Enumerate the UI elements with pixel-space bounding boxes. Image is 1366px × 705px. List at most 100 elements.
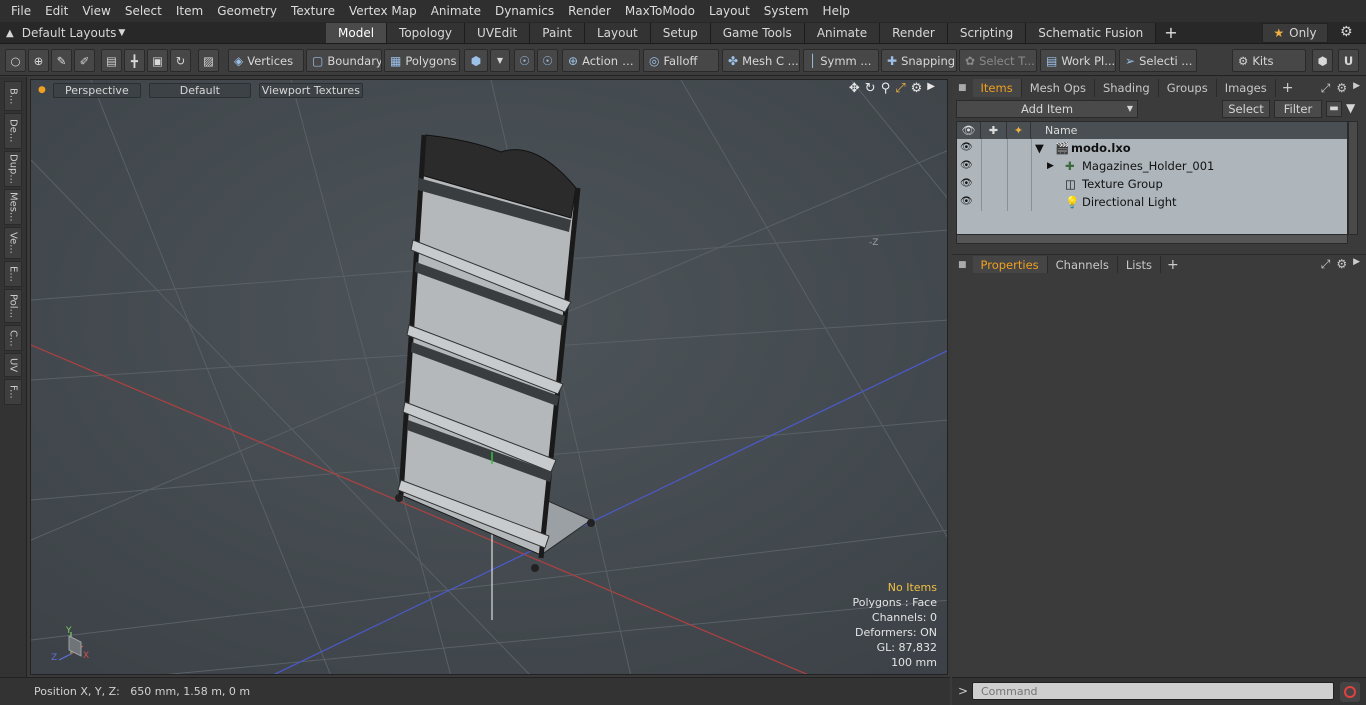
orbit-icon[interactable]: ↻ [865,81,876,96]
panel-expand-icon[interactable]: ▶ [1353,257,1360,272]
left-tab-3[interactable]: Mes... [4,189,22,225]
maximize-icon[interactable]: ⤢ [895,81,905,96]
panel-expand-icon[interactable]: ▶ [1353,81,1360,96]
left-tab-0[interactable]: B... [4,81,22,111]
pan-icon[interactable]: ✥ [849,81,860,96]
name-column-header[interactable]: Name [1045,124,1077,137]
left-tab-2[interactable]: Dup... [4,151,22,187]
left-tab-6[interactable]: Pol... [4,289,22,323]
tab-paint[interactable]: Paint [530,23,585,43]
material-dropdown[interactable]: ▼ [490,49,510,72]
pop-out-icon[interactable]: ⤢ [1321,257,1331,272]
shading-mode-button[interactable]: Default [148,82,251,98]
menu-texture[interactable]: Texture [284,0,342,22]
filter-button[interactable]: Filter [1274,100,1322,118]
items-gear-icon[interactable]: ⚙ [1336,81,1347,96]
select-through-button[interactable]: ✿ Select T... [959,49,1037,72]
expand-arrow-icon[interactable]: ▶ [927,81,935,96]
menu-geometry[interactable]: Geometry [210,0,284,22]
tab-shading[interactable]: Shading [1095,79,1159,97]
menu-item[interactable]: Item [169,0,210,22]
menu-maxtomodo[interactable]: MaxToModo [618,0,702,22]
unity-button[interactable]: ⬢ [1312,49,1333,72]
eye-icon[interactable]: 👁 [960,196,974,208]
menu-edit[interactable]: Edit [38,0,75,22]
menu-system[interactable]: System [757,0,816,22]
left-tab-1[interactable]: De... [4,113,22,149]
layout-preset-dropdown[interactable]: ▲ Default Layouts ▼ [6,22,125,44]
unreal-button[interactable]: U [1338,49,1359,72]
menu-select[interactable]: Select [118,0,169,22]
type-column-icon[interactable]: ✦ [1007,122,1031,139]
vertices-button[interactable]: ◈ Vertices [228,49,304,72]
view-mode-button[interactable]: Perspective [52,82,141,98]
tab-groups[interactable]: Groups [1159,79,1217,97]
viewport-gear-icon[interactable]: ⚙ [911,81,923,96]
transform-button[interactable]: ╋ [124,49,145,72]
menu-dynamics[interactable]: Dynamics [488,0,561,22]
add-properties-tab-button[interactable]: + [1161,257,1185,273]
tab-schematic-fusion[interactable]: Schematic Fusion [1026,23,1157,43]
tab-topology[interactable]: Topology [387,23,466,43]
list-item-texture-group[interactable]: 👁 ◫ Texture Group [957,175,1347,193]
menu-vertex-map[interactable]: Vertex Map [342,0,424,22]
menu-help[interactable]: Help [816,0,857,22]
gear-icon[interactable]: ⚙ [1340,24,1353,40]
work-plane-button[interactable]: ▤ Work Pl... [1040,49,1116,72]
item-list-horizontal-scrollbar[interactable] [956,234,1348,244]
pop-out-icon[interactable]: ⤢ [1321,81,1331,96]
menu-file[interactable]: File [4,0,38,22]
tab-layout[interactable]: Layout [584,23,651,43]
action-center-button[interactable]: ⊕ Action… [562,49,640,72]
command-input[interactable] [972,682,1334,700]
circle-select-button[interactable]: ○ [5,49,26,72]
left-tab-4[interactable]: Ve... [4,227,22,259]
tab-model[interactable]: Model [326,23,388,43]
tab-game-tools[interactable]: Game Tools [710,23,805,43]
mesh-constraint-button[interactable]: ✤ Mesh C ... [722,49,800,72]
brush-button[interactable]: ✐ [74,49,95,72]
menu-animate[interactable]: Animate [424,0,488,22]
chevron-down-icon[interactable]: ▼ [1127,101,1133,117]
snap-center-button[interactable]: ▣ [147,49,168,72]
boundary-button[interactable]: ▢ Boundary [306,49,382,72]
shield-alt-button[interactable]: ☉ [537,49,558,72]
eye-icon[interactable]: 👁 [960,142,974,154]
align-button[interactable]: ▤ [101,49,122,72]
left-tab-8[interactable]: UV [4,353,22,377]
left-tab-7[interactable]: C... [4,325,22,351]
globe-button[interactable]: ⊕ [28,49,49,72]
tab-scripting[interactable]: Scripting [947,23,1027,43]
tab-lists[interactable]: Lists [1118,255,1161,274]
tab-channels[interactable]: Channels [1048,255,1118,274]
tab-render[interactable]: Render [880,23,948,43]
tab-items[interactable]: Items [972,79,1022,97]
left-tab-5[interactable]: E... [4,261,22,287]
menu-layout[interactable]: Layout [702,0,757,22]
menu-render[interactable]: Render [561,0,618,22]
visibility-column-eye-icon[interactable]: 👁 [957,122,981,139]
3d-viewport[interactable]: Y X Z -Z ● Perspective Default Viewport … [30,79,948,675]
rotate-button[interactable]: ↻ [170,49,191,72]
symmetry-button[interactable]: │ Symm ... [803,49,879,72]
only-toggle[interactable]: ★ Only [1262,23,1328,43]
panel-menu-dot-icon[interactable]: ■ [952,260,973,270]
collapse-icon[interactable]: ▬ [1326,101,1342,117]
selection-sets-button[interactable]: ➢ Selecti ... [1119,49,1197,72]
funnel-icon[interactable]: ▼ [1346,101,1355,115]
tab-setup[interactable]: Setup [650,23,711,43]
list-item-scene[interactable]: 👁 ▼ 🎬 modo.lxo [957,139,1347,157]
eye-icon[interactable]: 👁 [960,160,974,172]
properties-gear-icon[interactable]: ⚙ [1336,257,1347,272]
items-mode-button[interactable]: ▨ [198,49,219,72]
zoom-icon[interactable]: ⚲ [881,81,891,96]
list-item-mesh[interactable]: 👁 ▶ ✚ Magazines_Holder_001 [957,157,1347,175]
add-panel-tab-button[interactable]: + [1276,80,1300,96]
list-item-light[interactable]: 👁 💡 Directional Light [957,193,1347,211]
left-tab-9[interactable]: F... [4,379,22,405]
tab-uvedit[interactable]: UVEdit [465,23,531,43]
add-tab-button[interactable]: + [1156,23,1185,43]
expand-arrow-icon[interactable]: ▼ [1035,141,1044,155]
tab-images[interactable]: Images [1217,79,1276,97]
item-list-vertical-scrollbar[interactable] [1348,121,1358,235]
